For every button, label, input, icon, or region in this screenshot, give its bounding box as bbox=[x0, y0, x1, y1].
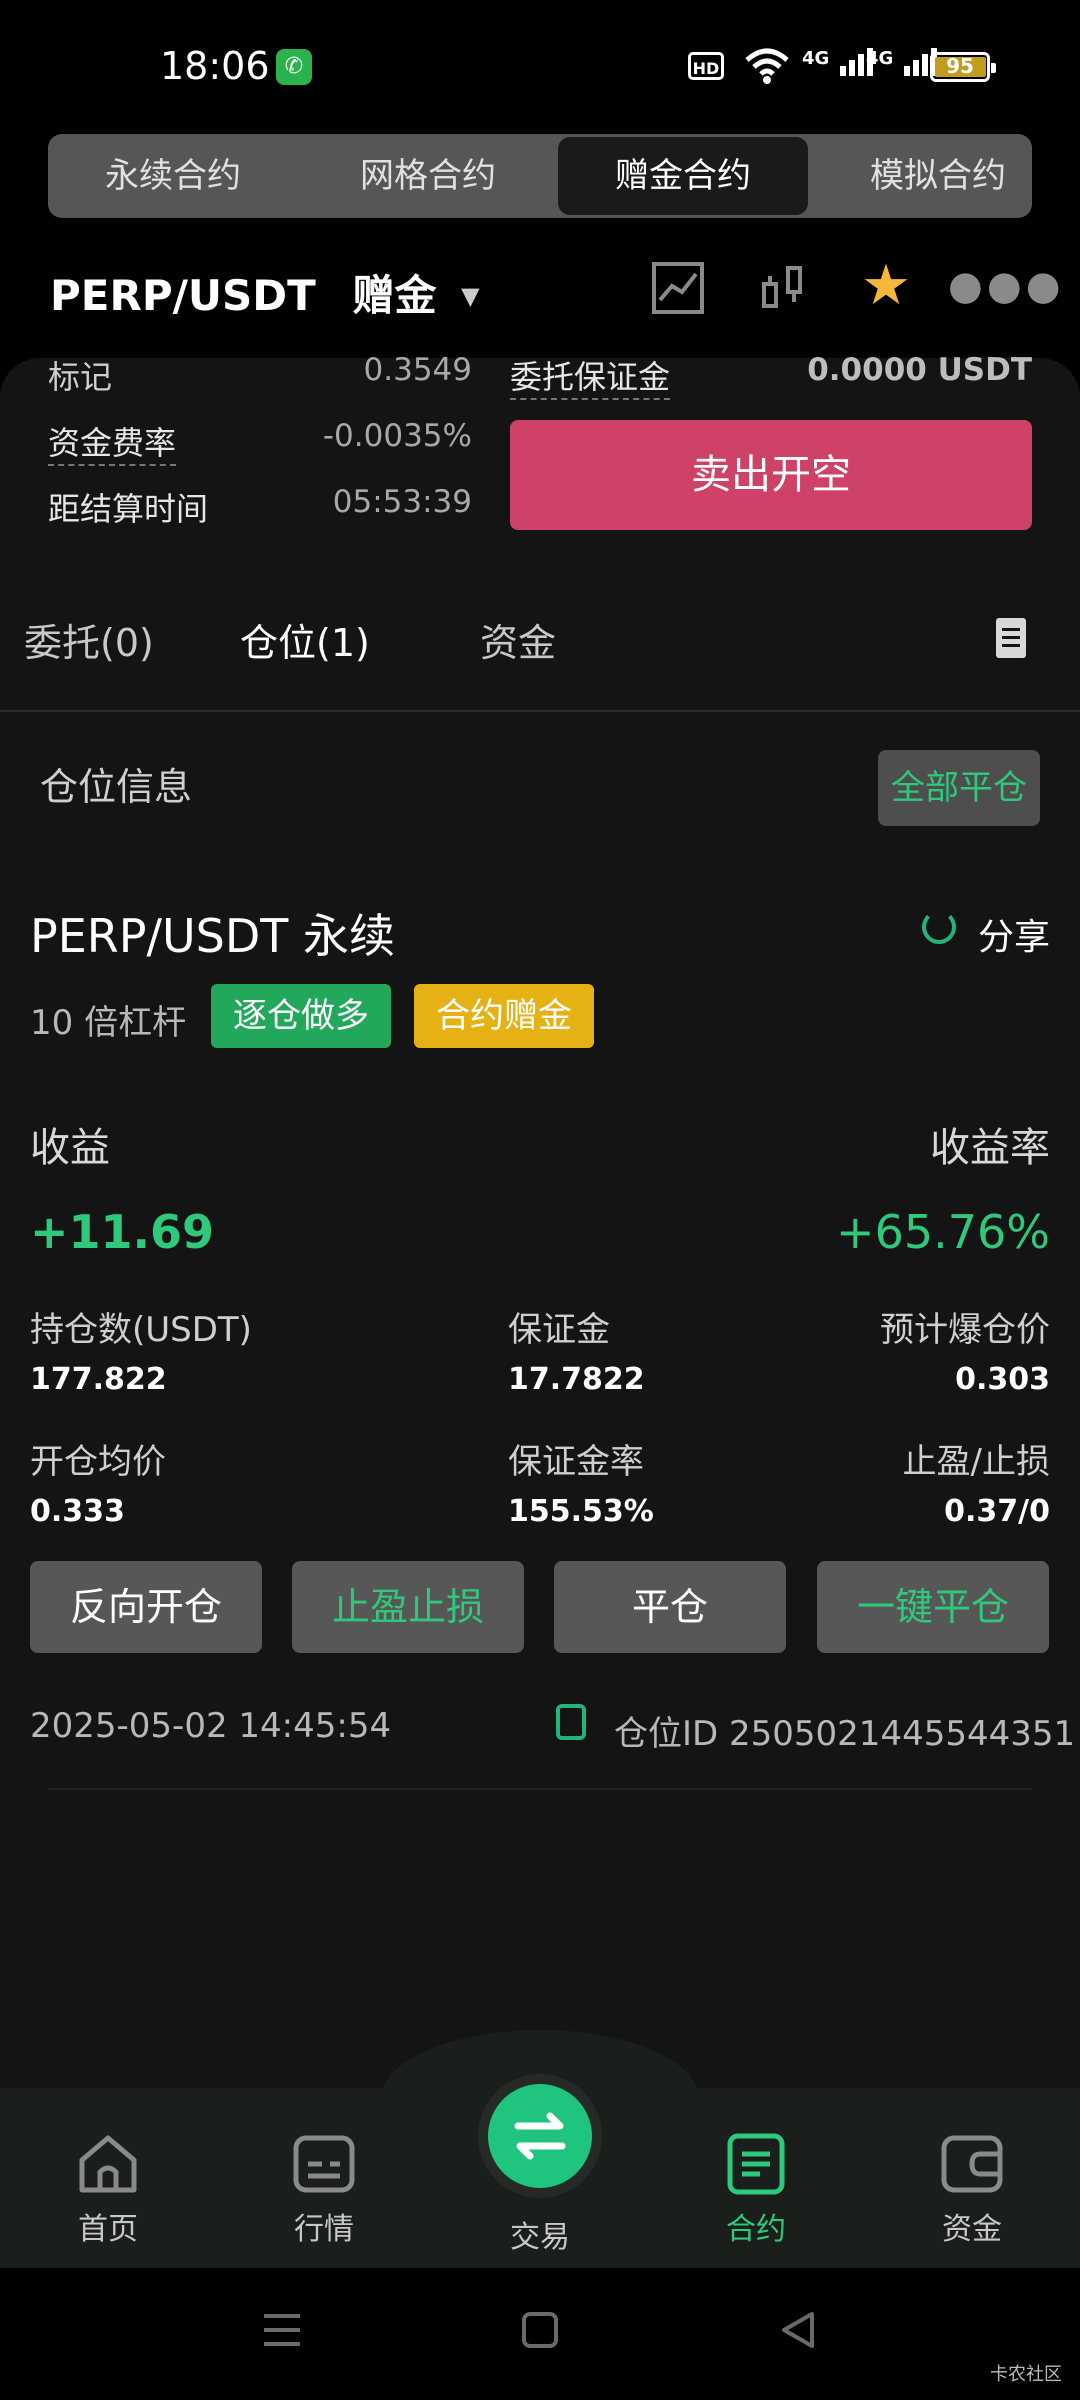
size-value: 177.822 bbox=[30, 1362, 167, 1397]
margin-label: 保证金 bbox=[508, 1310, 610, 1350]
nav-home[interactable]: 首页 bbox=[38, 2132, 178, 2248]
position-symbol: PERP/USDT 永续 bbox=[30, 909, 396, 963]
close-all-button[interactable]: 全部平仓 bbox=[878, 750, 1040, 826]
pnl-label: 收益 bbox=[30, 1125, 110, 1171]
nav-assets[interactable]: 资金 bbox=[902, 2132, 1042, 2248]
watermark: 卡农社区 bbox=[990, 2364, 1062, 2385]
liq-price-value: 0.303 bbox=[955, 1362, 1050, 1397]
tab-orders[interactable]: 委托(0) bbox=[24, 612, 154, 667]
position-info-title: 仓位信息 bbox=[40, 765, 193, 809]
one-click-close-button[interactable]: 一键平仓 bbox=[817, 1561, 1049, 1653]
mark-price-label: 标记 bbox=[48, 358, 113, 396]
close-position-button[interactable]: 平仓 bbox=[554, 1561, 786, 1653]
back-icon[interactable] bbox=[778, 2310, 818, 2361]
tab-funds[interactable]: 资金 bbox=[480, 612, 556, 667]
nav-contract-label: 合约 bbox=[726, 2212, 786, 2247]
battery-icon: 95 bbox=[930, 52, 996, 82]
divider bbox=[0, 710, 1080, 712]
chart-line-icon[interactable] bbox=[648, 262, 708, 322]
position-timestamp: 2025-05-02 14:45:54 bbox=[30, 1706, 392, 1746]
signal-2-icon: 4G bbox=[866, 48, 937, 76]
home-icon bbox=[76, 2132, 140, 2196]
funding-rate-label[interactable]: 资金费率 bbox=[48, 418, 177, 466]
contract-icon bbox=[724, 2132, 788, 2196]
copy-icon[interactable] bbox=[556, 1704, 586, 1740]
tpsl-value: 0.37/0 bbox=[944, 1494, 1050, 1529]
pair-tag: 赠金 bbox=[352, 271, 437, 320]
signal-1-icon: 4G bbox=[802, 48, 873, 76]
order-margin-label[interactable]: 委托保证金 bbox=[510, 352, 671, 400]
tab-grid[interactable]: 网格合约 bbox=[303, 134, 553, 218]
tpsl-label: 止盈/止损 bbox=[902, 1442, 1050, 1482]
tab-perpetual[interactable]: 永续合约 bbox=[48, 134, 298, 218]
entry-price-label: 开仓均价 bbox=[30, 1442, 166, 1482]
hd-voice-icon: HD bbox=[688, 52, 724, 80]
star-icon[interactable]: ★ bbox=[856, 256, 916, 316]
order-margin-value: 0.0000 USDT bbox=[807, 352, 1032, 388]
home-square-icon[interactable] bbox=[520, 2310, 560, 2361]
share-button[interactable]: 分享 bbox=[978, 908, 1050, 960]
phone-call-icon: ✆ bbox=[276, 49, 312, 85]
settle-time-label: 距结算时间 bbox=[48, 490, 209, 528]
bonus-badge: 合约赠金 bbox=[414, 984, 594, 1048]
reverse-open-button[interactable]: 反向开仓 bbox=[30, 1561, 262, 1653]
position-id: 仓位ID 2505021445544351 bbox=[614, 1714, 1076, 1754]
wallet-icon bbox=[940, 2132, 1004, 2196]
nav-contract[interactable]: 合约 bbox=[686, 2132, 826, 2248]
roe-value: +65.76% bbox=[836, 1205, 1050, 1259]
market-icon bbox=[292, 2132, 356, 2196]
pair-selector[interactable]: PERP/USDT 赠金 ▼ bbox=[50, 262, 480, 323]
swap-arrows-icon[interactable] bbox=[488, 2084, 592, 2188]
candlestick-icon[interactable] bbox=[752, 262, 812, 322]
nav-market[interactable]: 行情 bbox=[254, 2132, 394, 2248]
settle-time-value: 05:53:39 bbox=[332, 484, 472, 520]
pnl-value: +11.69 bbox=[30, 1205, 215, 1259]
divider bbox=[48, 1788, 1032, 1790]
margin-ratio-value: 155.53% bbox=[508, 1494, 654, 1529]
contract-type-tabs: 永续合约 网格合约 赠金合约 模拟合约 bbox=[48, 134, 1032, 218]
margin-ratio-label: 保证金率 bbox=[508, 1442, 644, 1482]
nav-trade-label[interactable]: 交易 bbox=[470, 2212, 610, 2256]
status-time: 18:06 bbox=[160, 44, 270, 88]
more-icon[interactable]: ●●● bbox=[948, 256, 1061, 316]
mark-price-value: 0.3549 bbox=[363, 352, 472, 388]
caret-down-icon: ▼ bbox=[461, 282, 480, 310]
funding-rate-value: -0.0035% bbox=[322, 418, 472, 454]
roe-label: 收益率 bbox=[930, 1125, 1050, 1171]
menu-icon[interactable] bbox=[262, 2310, 302, 2361]
document-icon[interactable] bbox=[996, 618, 1026, 658]
nav-home-label: 首页 bbox=[78, 2212, 138, 2247]
share-icon[interactable] bbox=[922, 910, 956, 944]
wifi-icon bbox=[744, 46, 790, 95]
tab-positions[interactable]: 仓位(1) bbox=[240, 612, 370, 667]
pair-symbol: PERP/USDT bbox=[50, 271, 316, 320]
margin-value: 17.7822 bbox=[508, 1362, 645, 1397]
tp-sl-button[interactable]: 止盈止损 bbox=[292, 1561, 524, 1653]
isolated-long-badge: 逐仓做多 bbox=[211, 984, 391, 1048]
tab-demo[interactable]: 模拟合约 bbox=[813, 134, 1032, 218]
entry-price-value: 0.333 bbox=[30, 1494, 125, 1529]
nav-assets-label: 资金 bbox=[942, 2212, 1002, 2247]
leverage-label: 10 倍杠杆 bbox=[30, 1003, 187, 1043]
tab-bonus[interactable]: 赠金合约 bbox=[558, 137, 808, 215]
liq-price-label: 预计爆仓价 bbox=[880, 1310, 1050, 1350]
nav-market-label: 行情 bbox=[294, 2212, 354, 2247]
size-label: 持仓数(USDT) bbox=[30, 1310, 252, 1350]
sell-short-button[interactable]: 卖出开空 bbox=[510, 420, 1032, 530]
